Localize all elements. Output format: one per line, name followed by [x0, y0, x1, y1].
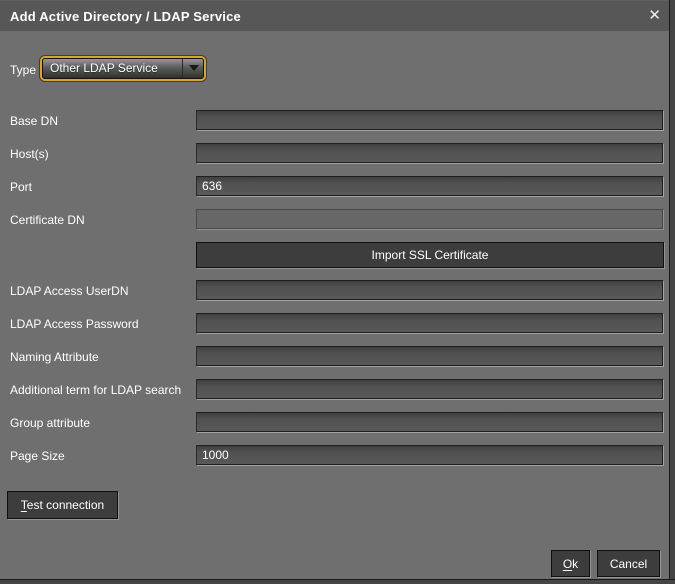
hosts-label: Host(s) [10, 147, 49, 161]
import-ssl-certificate-button[interactable]: Import SSL Certificate [196, 242, 664, 268]
close-icon[interactable]: ✕ [648, 1, 661, 31]
test-connection-button[interactable]: Test connection [7, 491, 118, 519]
dialog-title: Add Active Directory / LDAP Service [10, 1, 241, 32]
naming-attribute-label: Naming Attribute [10, 350, 99, 364]
window-bottom-edge [0, 579, 675, 584]
page-size-label: Page Size [10, 449, 65, 463]
ldap-access-password-input[interactable] [196, 313, 663, 333]
certificate-dn-input [196, 209, 663, 229]
ok-button[interactable]: Ok [551, 550, 590, 577]
cancel-button[interactable]: Cancel [597, 550, 660, 577]
base-dn-input[interactable] [196, 110, 663, 130]
group-attribute-input[interactable] [196, 412, 663, 432]
window-right-edge [669, 0, 675, 584]
port-label: Port [10, 180, 32, 194]
dialog-titlebar: Add Active Directory / LDAP Service ✕ [0, 0, 675, 31]
port-input[interactable] [196, 176, 663, 196]
base-dn-label: Base DN [10, 114, 58, 128]
ldap-access-userdn-input[interactable] [196, 280, 663, 300]
chevron-down-icon [189, 65, 199, 71]
page-size-input[interactable] [196, 445, 663, 465]
naming-attribute-input[interactable] [196, 346, 663, 366]
type-dropdown[interactable]: Other LDAP Service [42, 58, 204, 79]
add-ldap-service-dialog: Add Active Directory / LDAP Service ✕ Ty… [0, 0, 675, 584]
type-dropdown-arrow-button[interactable] [182, 59, 203, 78]
type-label: Type [10, 63, 36, 77]
hosts-input[interactable] [196, 143, 663, 163]
type-dropdown-value: Other LDAP Service [50, 59, 158, 78]
additional-term-input[interactable] [196, 379, 663, 399]
certificate-dn-label: Certificate DN [10, 213, 85, 227]
additional-term-label: Additional term for LDAP search [10, 383, 181, 397]
group-attribute-label: Group attribute [10, 416, 90, 430]
ldap-access-userdn-label: LDAP Access UserDN [10, 284, 128, 298]
ldap-access-password-label: LDAP Access Password [10, 317, 139, 331]
